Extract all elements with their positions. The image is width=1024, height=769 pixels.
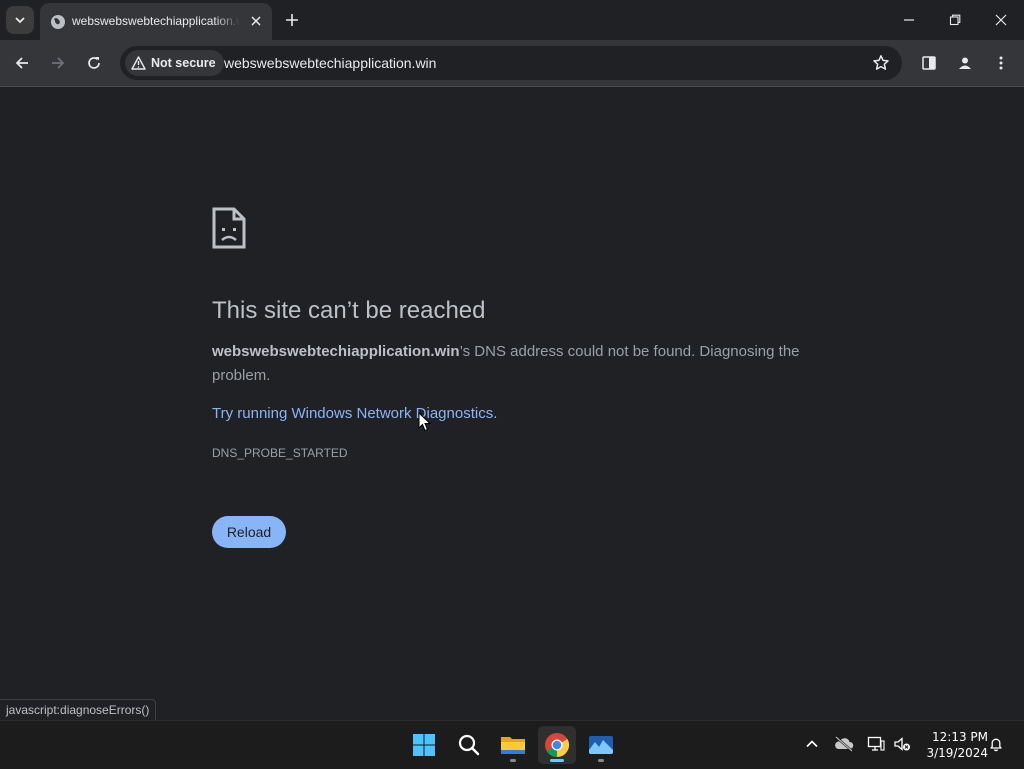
volume-tray-button[interactable] bbox=[892, 734, 912, 754]
close-icon bbox=[995, 14, 1007, 26]
back-arrow-icon bbox=[15, 57, 28, 69]
minimize-icon bbox=[904, 19, 914, 21]
globe-icon bbox=[51, 15, 65, 29]
error-domain: webswebswebtechiapplication.win bbox=[212, 343, 460, 360]
close-icon bbox=[251, 16, 261, 26]
close-window-button[interactable] bbox=[978, 0, 1024, 40]
more-vertical-icon bbox=[999, 56, 1003, 70]
file-explorer-icon bbox=[501, 737, 525, 754]
reload-button[interactable]: Reload bbox=[212, 516, 286, 548]
warning-icon bbox=[131, 56, 146, 70]
refresh-icon bbox=[88, 57, 100, 69]
chrome-button[interactable] bbox=[538, 726, 576, 764]
address-bar[interactable]: Not secure webswebswebtechiapplication.w… bbox=[120, 46, 902, 80]
windows-taskbar: 12:13 PM 3/19/2024 bbox=[0, 720, 1024, 769]
system-clock[interactable]: 12:13 PM 3/19/2024 bbox=[918, 729, 988, 761]
forward-arrow-icon bbox=[52, 57, 65, 69]
tab-title: webswebswebtechiapplication.win bbox=[72, 14, 240, 28]
plus-icon bbox=[286, 14, 298, 26]
network-tray-button[interactable] bbox=[866, 734, 886, 754]
chevron-up-icon bbox=[806, 740, 818, 748]
restore-button[interactable] bbox=[932, 0, 978, 40]
reload-toolbar-button[interactable] bbox=[80, 49, 108, 77]
bookmark-star-icon[interactable] bbox=[872, 54, 890, 72]
tab-search-button[interactable] bbox=[6, 6, 34, 34]
url-text[interactable]: webswebswebtechiapplication.win bbox=[224, 55, 436, 71]
running-indicator bbox=[510, 759, 516, 762]
error-description: webswebswebtechiapplication.win’s DNS ad… bbox=[212, 340, 812, 388]
bell-icon bbox=[990, 738, 1002, 752]
volume-muted-icon bbox=[894, 737, 910, 751]
mouse-pointer-icon bbox=[418, 412, 432, 432]
notifications-button[interactable] bbox=[986, 734, 1006, 754]
new-tab-button[interactable] bbox=[282, 10, 302, 30]
error-code: DNS_PROBE_STARTED bbox=[212, 446, 348, 460]
sad-page-icon bbox=[212, 207, 246, 249]
clock-date: 3/19/2024 bbox=[926, 746, 988, 760]
clock-time: 12:13 PM bbox=[932, 730, 988, 744]
security-label: Not secure bbox=[151, 56, 216, 70]
menu-button[interactable] bbox=[990, 52, 1012, 74]
chrome-icon bbox=[545, 733, 570, 757]
network-icon bbox=[867, 736, 885, 751]
network-diagnostics-link[interactable]: Try running Windows Network Diagnostics. bbox=[212, 405, 497, 422]
chevron-down-icon bbox=[15, 17, 25, 24]
cloud-offline-icon bbox=[835, 736, 854, 752]
photos-button[interactable] bbox=[582, 726, 620, 764]
start-button[interactable] bbox=[405, 726, 443, 764]
taskbar-search-button[interactable] bbox=[450, 726, 488, 764]
error-heading: This site can’t be reached bbox=[212, 297, 486, 324]
status-bar: javascript:diagnoseErrors() bbox=[0, 699, 157, 720]
search-icon bbox=[458, 734, 480, 756]
back-button[interactable] bbox=[8, 49, 36, 77]
onedrive-tray-button[interactable] bbox=[834, 734, 854, 754]
security-chip[interactable]: Not secure bbox=[125, 50, 224, 76]
error-page: This site can’t be reached webswebswebte… bbox=[0, 87, 1024, 720]
active-indicator bbox=[550, 759, 564, 762]
start-icon bbox=[413, 734, 435, 756]
browser-toolbar: Not secure webswebswebtechiapplication.w… bbox=[0, 40, 1024, 87]
side-panel-button[interactable] bbox=[918, 52, 940, 74]
profile-button[interactable] bbox=[954, 52, 976, 74]
tab-strip: webswebswebtechiapplication.win bbox=[0, 0, 1024, 40]
show-hidden-icons-button[interactable] bbox=[802, 734, 822, 754]
file-explorer-button[interactable] bbox=[494, 726, 532, 764]
forward-button[interactable] bbox=[44, 49, 72, 77]
restore-icon bbox=[949, 14, 961, 26]
side-panel-icon bbox=[922, 56, 936, 70]
running-indicator bbox=[598, 759, 604, 762]
photos-icon bbox=[589, 736, 613, 754]
tab-close-button[interactable] bbox=[248, 13, 264, 29]
minimize-button[interactable] bbox=[886, 0, 932, 40]
profile-icon bbox=[959, 57, 971, 69]
active-tab[interactable]: webswebswebtechiapplication.win bbox=[40, 3, 272, 40]
